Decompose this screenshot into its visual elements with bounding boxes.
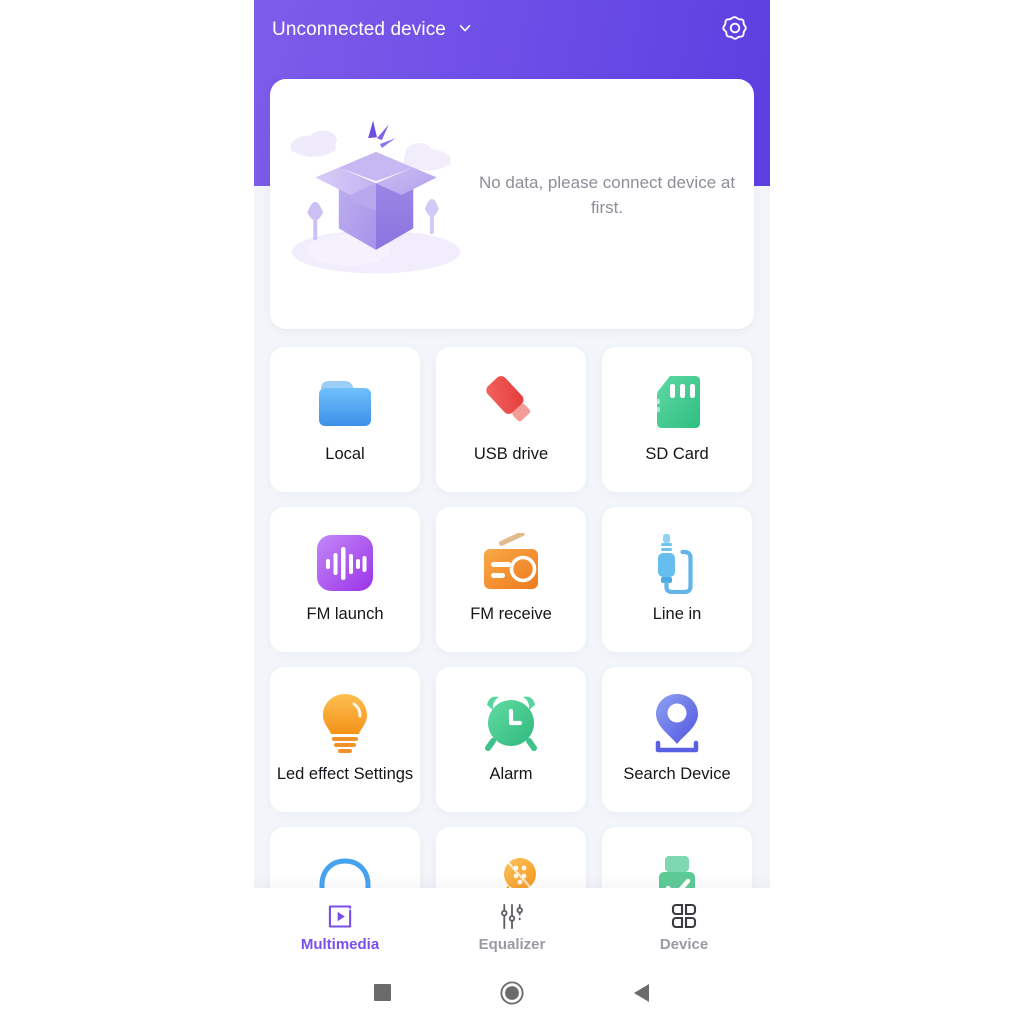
recents-button[interactable] bbox=[363, 975, 403, 1015]
usb-drive-icon bbox=[477, 369, 545, 437]
device-name-label: Unconnected device bbox=[272, 19, 446, 40]
android-system-nav bbox=[254, 966, 770, 1024]
tile-line-in[interactable]: Line in bbox=[602, 507, 752, 652]
play-square-icon bbox=[324, 901, 356, 931]
recents-square-icon bbox=[374, 984, 392, 1006]
tab-multimedia[interactable]: Multimedia bbox=[254, 901, 426, 953]
tile-label: FM receive bbox=[470, 605, 552, 623]
tile-usb-drive[interactable]: USB drive bbox=[436, 347, 586, 492]
tab-label: Device bbox=[659, 936, 709, 953]
audio-jack-icon bbox=[643, 529, 711, 597]
tab-device[interactable]: Device bbox=[598, 901, 770, 953]
tab-equalizer[interactable]: Equalizer bbox=[426, 901, 598, 953]
gear-icon bbox=[720, 13, 750, 48]
tab-label: Equalizer bbox=[478, 936, 546, 953]
chevron-down-icon bbox=[456, 19, 474, 42]
feature-grid: Local USB drive SD Card FM launch FM rec… bbox=[270, 347, 754, 972]
tile-label: Search Device bbox=[623, 765, 731, 783]
tile-fm-launch[interactable]: FM launch bbox=[270, 507, 420, 652]
tile-search-device[interactable]: Search Device bbox=[602, 667, 752, 812]
grid-four-icon bbox=[668, 901, 700, 931]
radio-icon bbox=[477, 529, 545, 597]
tile-label: FM launch bbox=[306, 605, 384, 623]
tile-alarm[interactable]: Alarm bbox=[436, 667, 586, 812]
tile-label: SD Card bbox=[645, 445, 709, 463]
equalizer-icon bbox=[496, 901, 528, 931]
alarm-clock-icon bbox=[477, 689, 545, 757]
home-button[interactable] bbox=[492, 975, 532, 1015]
map-pin-icon bbox=[643, 689, 711, 757]
empty-box-illustration bbox=[278, 101, 474, 291]
back-button[interactable] bbox=[621, 975, 661, 1015]
lightbulb-icon bbox=[311, 689, 379, 757]
bottom-tab-bar: Multimedia Equalizer Device bbox=[254, 888, 770, 966]
empty-state-card: No data, please connect device at first. bbox=[270, 79, 754, 329]
header-bar: Unconnected device bbox=[254, 0, 770, 60]
tile-sd-card[interactable]: SD Card bbox=[602, 347, 752, 492]
tile-label: Local bbox=[325, 445, 365, 463]
device-selector[interactable]: Unconnected device bbox=[272, 19, 474, 42]
tile-label: Alarm bbox=[489, 765, 533, 783]
home-circle-icon bbox=[500, 980, 524, 1010]
tab-label: Multimedia bbox=[300, 936, 380, 953]
back-triangle-icon bbox=[632, 983, 650, 1008]
tile-local[interactable]: Local bbox=[270, 347, 420, 492]
settings-button[interactable] bbox=[718, 13, 752, 47]
tile-label: Line in bbox=[652, 605, 702, 623]
sd-card-icon bbox=[643, 369, 711, 437]
tile-label: Led effect Settings bbox=[276, 765, 414, 783]
tile-fm-receive[interactable]: FM receive bbox=[436, 507, 586, 652]
folder-icon bbox=[311, 369, 379, 437]
tile-led-effect-settings[interactable]: Led effect Settings bbox=[270, 667, 420, 812]
empty-state-message: No data, please connect device at first. bbox=[478, 173, 736, 217]
sound-bars-icon bbox=[311, 529, 379, 597]
phone-screen: Unconnected device No data, please conne… bbox=[254, 0, 770, 1024]
tile-label: USB drive bbox=[473, 445, 549, 463]
